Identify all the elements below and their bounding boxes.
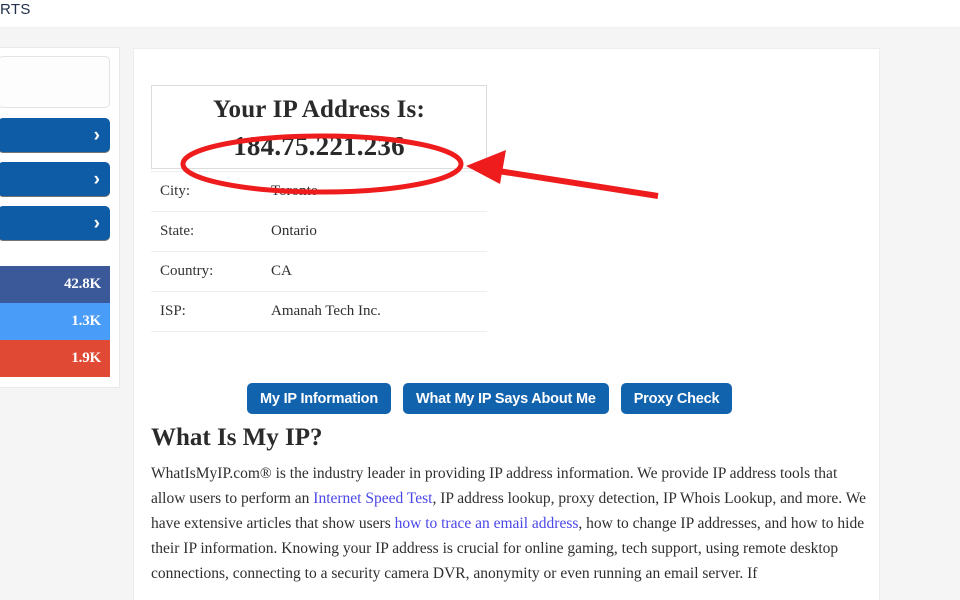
detail-value-state: Ontario (271, 223, 317, 239)
social-bar-1-count: 42.8K (64, 276, 101, 292)
sidebar-ad-box (0, 56, 110, 108)
internet-speed-test-link[interactable]: Internet Speed Test (313, 490, 432, 507)
ip-card-title: Your IP Address Is: (213, 96, 425, 123)
proxy-check-button[interactable]: Proxy Check (620, 383, 733, 414)
my-ip-information-button[interactable]: My IP Information (247, 383, 391, 414)
table-row: City: Toronto (151, 171, 487, 212)
social-counters: 42.8K 1.3K 1.9K (0, 266, 110, 377)
social-row-1[interactable]: 42.8K (0, 266, 110, 303)
top-bar-shadow (0, 25, 960, 29)
social-row-2[interactable]: 1.3K (0, 303, 110, 340)
sidebar-nav-button-2[interactable]: › (0, 162, 110, 196)
social-bar-3-count: 1.9K (71, 350, 101, 366)
social-bar-2-count: 1.3K (71, 313, 101, 329)
top-bar: RTS (0, 0, 960, 25)
social-row-3[interactable]: 1.9K (0, 340, 110, 377)
sidebar-nav-button-3[interactable]: › (0, 206, 110, 240)
table-row: ISP: Amanah Tech Inc. (151, 292, 487, 332)
trace-email-address-link[interactable]: how to trace an email address (395, 515, 579, 532)
ip-address-value: 184.75.221.236 (233, 131, 405, 161)
page-root: RTS › › › 42.8K 1.3K 1.9K Your IP Addres… (0, 0, 960, 600)
ip-address-card: Your IP Address Is: 184.75.221.236 (151, 85, 487, 169)
detail-value-isp: Amanah Tech Inc. (271, 303, 381, 319)
social-bar-facebook[interactable]: 42.8K (0, 266, 110, 303)
detail-value-city: Toronto (271, 183, 319, 199)
table-row: State: Ontario (151, 212, 487, 252)
detail-key-state: State: (160, 223, 195, 239)
ip-details-table: City: Toronto State: Ontario Country: CA… (151, 171, 487, 332)
chevron-right-icon: › (93, 124, 100, 146)
detail-key-isp: ISP: (160, 303, 186, 319)
social-bar-youtube[interactable]: 1.9K (0, 340, 110, 377)
sidebar-nav-button-1[interactable]: › (0, 118, 110, 152)
detail-value-country: CA (271, 263, 292, 279)
detail-key-country: Country: (160, 263, 214, 279)
sidebar-panel: › › › 42.8K 1.3K 1.9K (0, 47, 120, 388)
article-paragraph: WhatIsMyIP.com® is the industry leader i… (151, 461, 866, 586)
top-bar-label: RTS (0, 1, 31, 18)
chevron-right-icon: › (93, 212, 100, 234)
sidebar: › › › 42.8K 1.3K 1.9K (0, 47, 120, 388)
chevron-right-icon: › (93, 168, 100, 190)
social-bar-twitter[interactable]: 1.3K (0, 303, 110, 340)
detail-key-city: City: (160, 183, 191, 199)
what-my-ip-says-about-me-button[interactable]: What My IP Says About Me (402, 383, 609, 414)
page-title: What Is My IP? (151, 424, 323, 451)
action-button-row: My IP Information What My IP Says About … (247, 383, 733, 414)
main-content-panel: Your IP Address Is: 184.75.221.236 City:… (133, 48, 880, 600)
table-row: Country: CA (151, 252, 487, 292)
